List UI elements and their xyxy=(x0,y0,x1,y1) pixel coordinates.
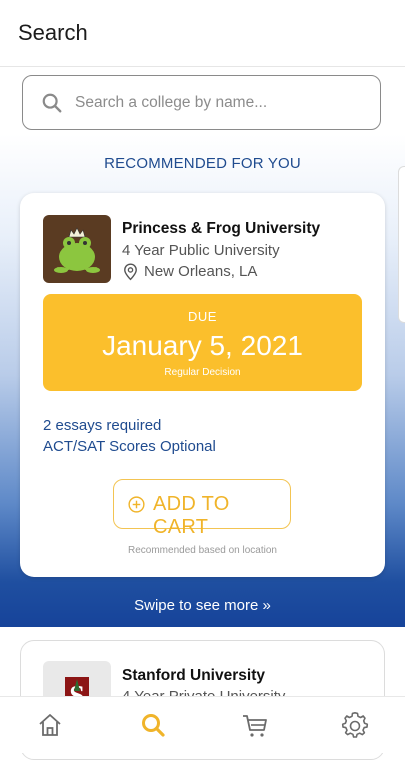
home-icon[interactable] xyxy=(36,711,64,739)
due-date-banner: DUE January 5, 2021 Regular Decision xyxy=(43,294,362,391)
search-input[interactable]: Search a college by name... xyxy=(22,75,381,130)
essays-requirement: 2 essays required xyxy=(43,417,162,434)
search-icon[interactable] xyxy=(139,711,167,739)
plus-circle-icon xyxy=(128,496,145,513)
college-name: Princess & Frog University xyxy=(122,220,321,237)
location-pin-icon xyxy=(124,263,137,281)
decision-type: Regular Decision xyxy=(164,367,241,378)
due-label: DUE xyxy=(188,309,217,324)
college-type: 4 Year Public University xyxy=(122,242,280,259)
scores-requirement: ACT/SAT Scores Optional xyxy=(43,438,216,455)
recommendation-note: Recommended based on location xyxy=(128,545,277,556)
search-placeholder: Search a college by name... xyxy=(75,94,268,111)
cart-icon[interactable] xyxy=(241,711,269,739)
college-location: New Orleans, LA xyxy=(144,263,258,280)
add-to-cart-label: ADD TO CART xyxy=(153,493,230,538)
swipe-hint[interactable]: Swipe to see more » xyxy=(0,597,405,614)
top-app-bar: Search xyxy=(0,0,405,67)
add-to-cart-button[interactable]: ADD TO CART xyxy=(113,479,291,538)
recommended-heading: RECOMMENDED FOR YOU xyxy=(104,155,301,172)
bottom-tab-bar xyxy=(0,696,405,753)
college-card[interactable]: Princess & Frog University 4 Year Public… xyxy=(20,193,385,577)
due-date: January 5, 2021 xyxy=(102,330,303,361)
page-title: Search xyxy=(18,20,88,45)
gear-icon[interactable] xyxy=(341,711,369,739)
frog-crown-icon xyxy=(43,215,111,283)
search-icon xyxy=(42,93,62,113)
next-card-peek[interactable] xyxy=(398,166,405,323)
college-name: Stanford University xyxy=(122,667,265,684)
